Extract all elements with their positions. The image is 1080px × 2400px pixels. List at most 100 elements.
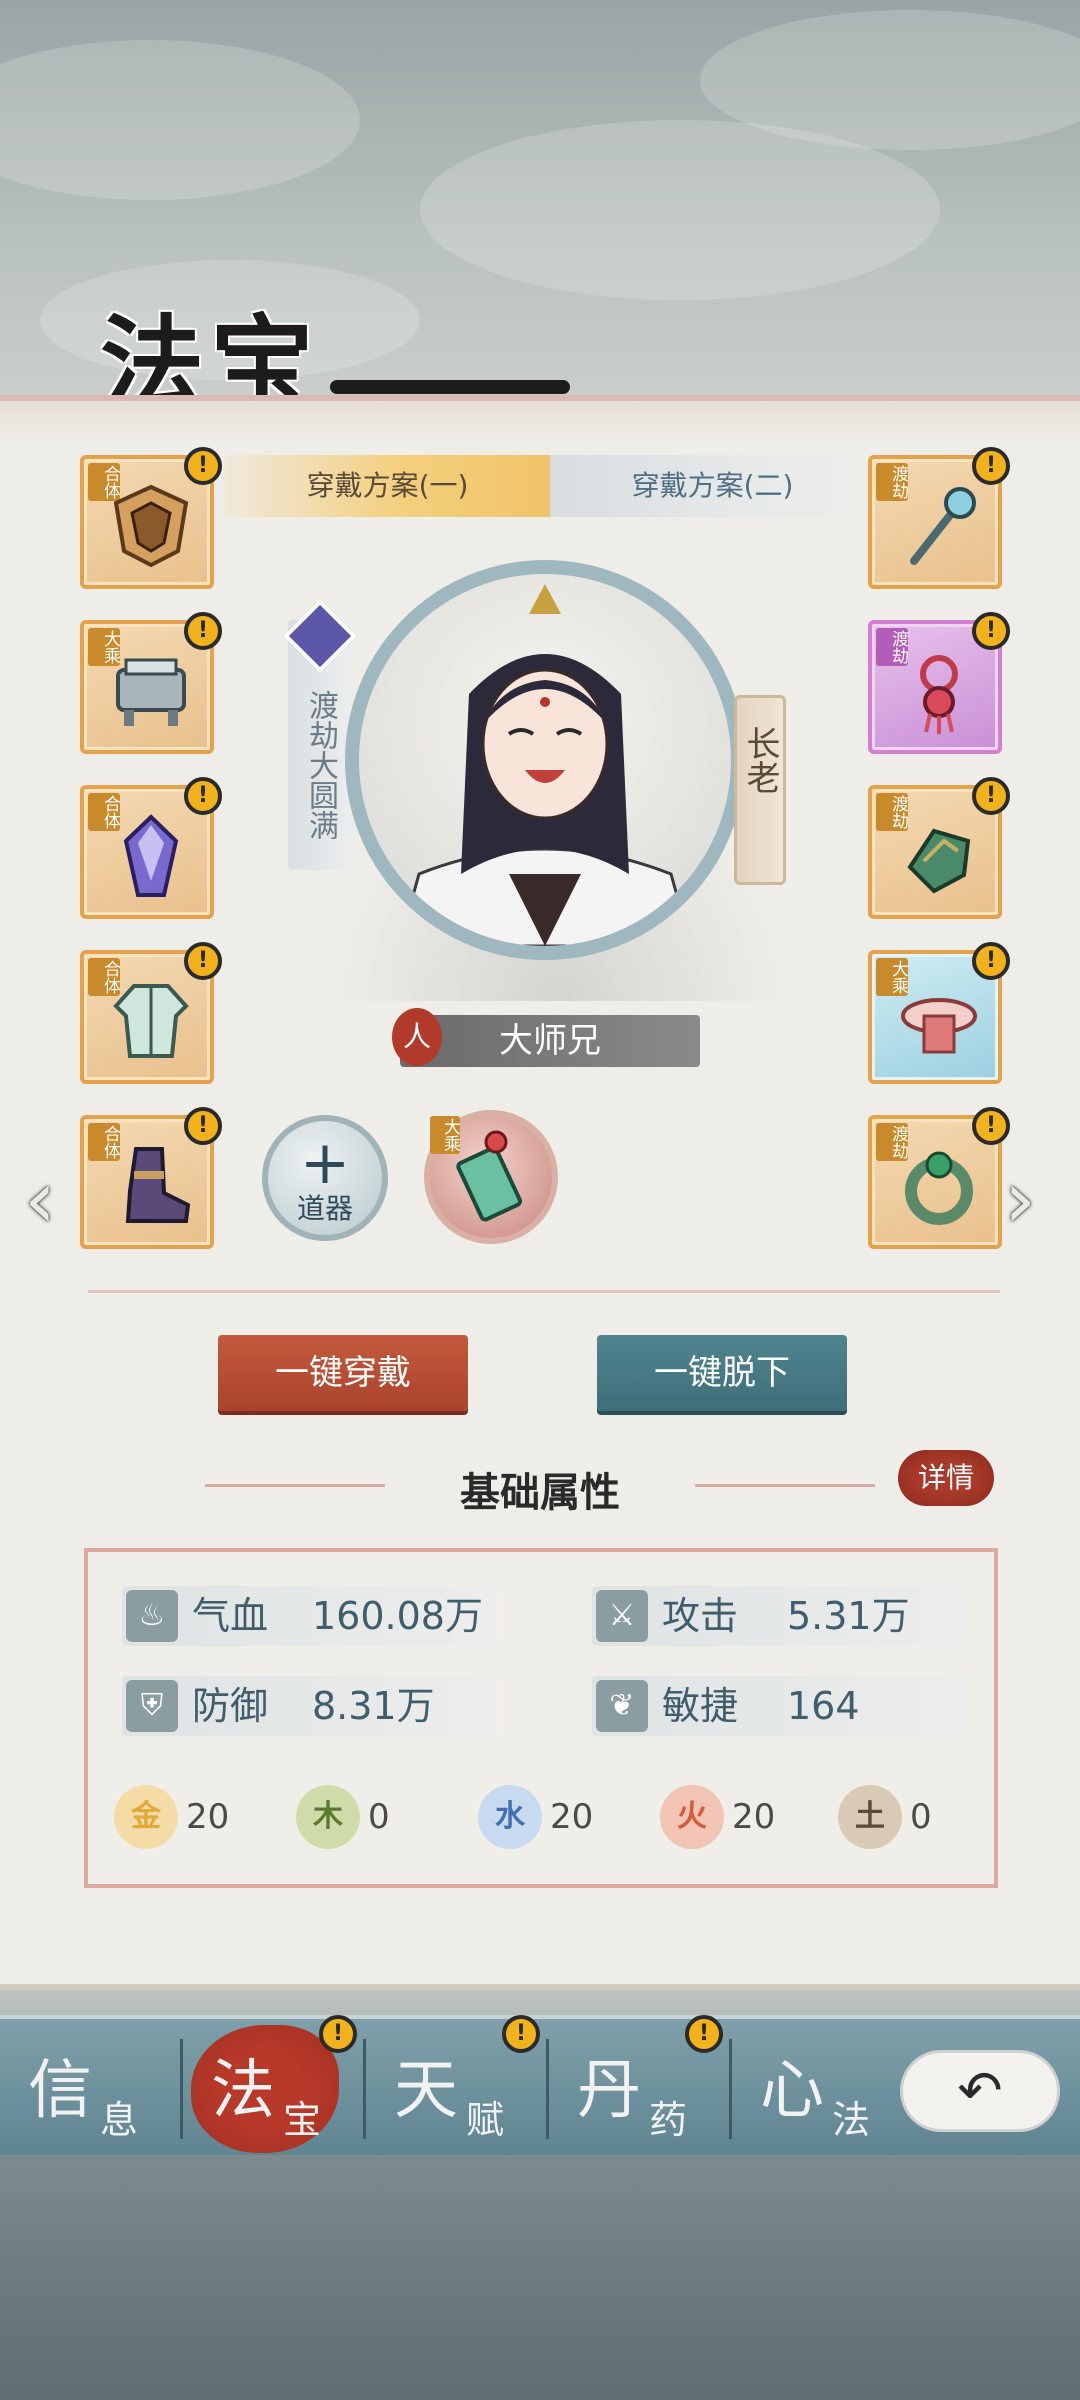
slot-right-4[interactable]: 大乘 !	[868, 942, 1010, 1084]
crystal-icon	[123, 814, 179, 897]
character-name: 大师兄	[400, 1015, 700, 1067]
nav-label-big: 心	[760, 2054, 824, 2128]
next-arrow[interactable]: ›	[1004, 1155, 1054, 1245]
nav-label-big: 天	[394, 2054, 458, 2128]
stat-label: 气血	[192, 1594, 269, 1638]
slot-tier-tag: 大乘	[430, 1116, 460, 1154]
element-value: 20	[186, 1797, 230, 1837]
stat-agility: ❦ 敏捷 164	[592, 1676, 968, 1736]
tool-button-label: 道器	[296, 1192, 353, 1225]
stat-value: 160.08万	[312, 1594, 483, 1638]
character-avatar	[397, 584, 693, 946]
element-value: 0	[368, 1797, 390, 1837]
alert-badge: !	[184, 777, 222, 815]
water-icon: 水	[478, 1785, 542, 1849]
section-ornament-right	[695, 1484, 875, 1487]
nav-info[interactable]: 信 息	[0, 2019, 180, 2159]
alert-badge: !	[184, 612, 222, 650]
nav-label-small: 法	[832, 2098, 871, 2142]
slot-left-5[interactable]: 合体 !	[80, 1107, 222, 1249]
robe-icon	[113, 984, 189, 1058]
slot-left-2[interactable]: 大乘 !	[80, 612, 222, 754]
title-brush-stroke	[330, 380, 570, 394]
slot-right-3[interactable]: 渡劫 !	[868, 777, 1010, 919]
nav-label-small: 宝	[283, 2098, 322, 2142]
element-value: 0	[910, 1797, 932, 1837]
nav-label-big: 法	[211, 2054, 275, 2128]
blood-icon: ♨	[126, 1590, 178, 1642]
hairpin-icon	[910, 487, 976, 565]
plus-icon: +	[299, 1128, 351, 1198]
stat-value: 5.31万	[787, 1594, 910, 1638]
alert-badge: !	[502, 2015, 540, 2053]
stat-label: 敏捷	[662, 1684, 739, 1728]
defense-icon: ⛨	[126, 1680, 178, 1732]
bracer-icon	[907, 828, 971, 894]
stat-value: 164	[787, 1684, 860, 1728]
alert-badge: !	[319, 2015, 357, 2053]
fire-icon: 火	[660, 1785, 724, 1849]
stat-value: 8.31万	[312, 1684, 435, 1728]
alert-badge: !	[184, 447, 222, 485]
boots-icon	[125, 1147, 191, 1223]
alert-badge: !	[972, 447, 1010, 485]
unwear-all-button[interactable]: 一键脱下	[597, 1335, 847, 1411]
cauldron-icon	[116, 658, 186, 726]
alert-badge: !	[184, 942, 222, 980]
landscape-footer	[0, 2155, 1080, 2400]
prev-arrow[interactable]: ‹	[24, 1155, 74, 1245]
slot-right-1[interactable]: 渡劫 !	[868, 447, 1010, 589]
nav-label-big: 丹	[577, 2054, 641, 2128]
nav-label-big: 信	[28, 2054, 92, 2128]
character-portrait[interactable]	[345, 560, 745, 960]
nav-label-small: 息	[100, 2098, 139, 2142]
stat-attack: ⚔ 攻击 5.31万	[592, 1586, 968, 1646]
rank-banner: 长老	[734, 695, 786, 885]
nav-talent[interactable]: 天 赋 !	[366, 2015, 546, 2159]
wear-all-button[interactable]: 一键穿戴	[218, 1335, 468, 1411]
stat-hp: ♨ 气血 160.08万	[122, 1586, 498, 1646]
nav-label-small: 赋	[466, 2098, 505, 2142]
slot-left-4[interactable]: 合体 !	[80, 942, 222, 1084]
talisman-slot[interactable]: 大乘	[424, 1110, 558, 1244]
element-value: 20	[732, 1797, 776, 1837]
tab-scheme-2[interactable]: 穿戴方案(二)	[550, 455, 875, 517]
alert-badge: !	[972, 942, 1010, 980]
alert-badge: !	[184, 1107, 222, 1145]
slot-right-5[interactable]: 渡劫 !	[868, 1107, 1010, 1249]
tab-scheme-1[interactable]: 穿戴方案(一)	[225, 455, 550, 517]
alert-badge: !	[685, 2015, 723, 2053]
tassel-charm-icon	[920, 655, 958, 734]
belt-icon	[901, 998, 977, 1054]
nav-label-small: 药	[649, 2098, 688, 2142]
back-button[interactable]: ↶	[900, 2050, 1060, 2132]
metal-icon: 金	[114, 1785, 178, 1849]
add-tool-button[interactable]: + 道器	[262, 1115, 388, 1241]
alert-badge: !	[972, 1107, 1010, 1145]
rank-label: 长老	[740, 726, 780, 794]
slot-left-3[interactable]: 合体 !	[80, 777, 222, 919]
realm-banner: 渡劫大圆满	[283, 599, 357, 870]
jade-ring-icon	[905, 1151, 973, 1225]
nav-pills[interactable]: 丹 药 !	[549, 2015, 729, 2159]
attack-icon: ⚔	[596, 1590, 648, 1642]
realm-label: 渡劫大圆满	[303, 690, 338, 840]
alert-badge: !	[972, 777, 1010, 815]
slot-right-2[interactable]: 渡劫 !	[868, 612, 1010, 754]
element-value: 20	[550, 1797, 594, 1837]
alert-badge: !	[972, 612, 1010, 650]
stat-label: 防御	[192, 1684, 269, 1728]
divider	[88, 1290, 1000, 1293]
stat-label: 攻击	[662, 1594, 739, 1638]
scheme-tabs: 穿戴方案(一) 穿戴方案(二)	[225, 455, 875, 517]
stat-defense: ⛨ 防御 8.31万	[122, 1676, 498, 1736]
slot-left-1[interactable]: 合体 !	[80, 447, 222, 589]
wood-icon: 木	[296, 1785, 360, 1849]
agility-icon: ❦	[596, 1680, 648, 1732]
detail-button[interactable]: 详情	[898, 1450, 994, 1506]
race-seal: 人	[392, 1008, 442, 1066]
nav-method[interactable]: 心 法	[732, 2019, 912, 2159]
shield-icon	[113, 484, 189, 568]
nav-treasure[interactable]: 法 宝 !	[183, 2015, 363, 2159]
earth-icon: 土	[838, 1785, 902, 1849]
